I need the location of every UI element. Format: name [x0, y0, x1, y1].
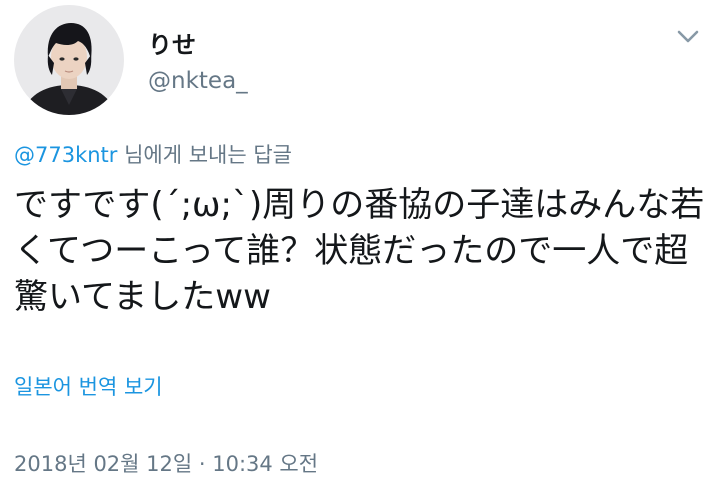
avatar[interactable] [14, 5, 124, 115]
reply-mention-link[interactable]: @773kntr [14, 143, 117, 167]
chevron-down-icon[interactable] [673, 26, 703, 48]
translate-tweet-link[interactable]: 일본어 번역 보기 [14, 373, 163, 401]
avatar-photo [14, 5, 124, 115]
tweet-card: りせ @nktea_ @773kntr 님에게 보내는 답글 ですです(´;ω;… [0, 0, 720, 493]
replying-to: @773kntr 님에게 보내는 답글 [14, 140, 292, 170]
replying-to-label: 님에게 보내는 답글 [117, 143, 293, 167]
tweet-timestamp[interactable]: 2018년 02월 12일 · 10:34 오전 [14, 450, 318, 478]
author-display-name[interactable]: りせ [148, 30, 196, 60]
author-handle[interactable]: @nktea_ [148, 66, 248, 96]
tweet-text: ですです(´;ω;`)周りの番協の子達はみんな若くてつーこって誰？状態だったので… [14, 185, 705, 317]
